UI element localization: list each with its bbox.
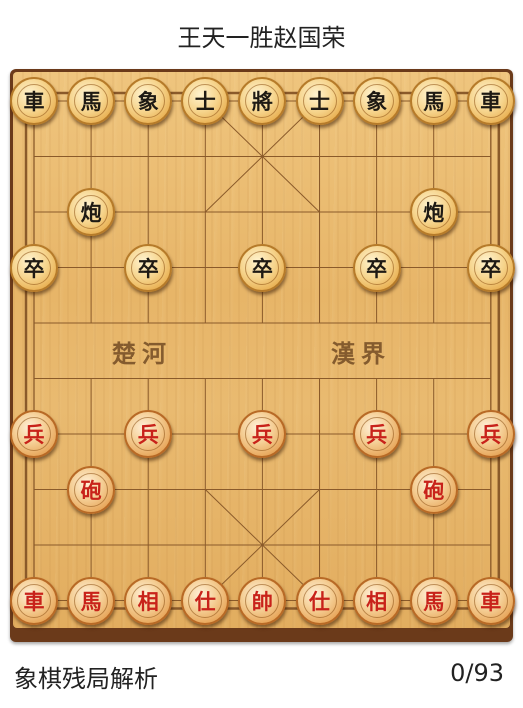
- piece-char: 相: [137, 589, 159, 614]
- piece-r-elephant-r[interactable]: 相: [352, 576, 401, 625]
- piece-r-horse-r[interactable]: 馬: [409, 576, 458, 625]
- piece-char: 仕: [194, 589, 216, 614]
- piece-char: 卒: [137, 256, 159, 281]
- piece-b-cannon-l[interactable]: 炮: [67, 188, 116, 236]
- piece-r-soldier-4[interactable]: 兵: [352, 410, 401, 458]
- piece-char: 兵: [137, 423, 159, 447]
- piece-b-horse-l[interactable]: 馬: [67, 77, 116, 125]
- piece-b-rook-l[interactable]: 車: [10, 77, 58, 125]
- piece-b-soldier-2[interactable]: 卒: [124, 243, 173, 292]
- piece-b-soldier-5[interactable]: 卒: [466, 243, 515, 292]
- piece-char: 象: [366, 90, 388, 114]
- piece-char: 卒: [480, 256, 502, 281]
- piece-b-soldier-1[interactable]: 卒: [10, 243, 58, 292]
- piece-r-soldier-5[interactable]: 兵: [466, 410, 515, 458]
- piece-char: 士: [309, 90, 330, 114]
- piece-char: 相: [366, 589, 388, 614]
- piece-char: 士: [194, 90, 216, 114]
- river-label-chu: 楚河: [112, 339, 172, 368]
- piece-b-cannon-r[interactable]: 炮: [409, 188, 458, 236]
- piece-char: 將: [251, 90, 273, 114]
- piece-char: 車: [480, 589, 502, 614]
- piece-b-soldier-3[interactable]: 卒: [238, 243, 287, 292]
- piece-r-advisor-r[interactable]: 仕: [295, 576, 344, 625]
- piece-char: 仕: [309, 589, 330, 614]
- piece-r-horse-l[interactable]: 馬: [67, 576, 116, 625]
- piece-r-cannon-l[interactable]: 砲: [67, 465, 116, 514]
- piece-b-elephant-r[interactable]: 象: [352, 77, 401, 125]
- piece-char: 馬: [423, 90, 445, 114]
- piece-char: 馬: [80, 90, 102, 114]
- piece-char: 兵: [480, 423, 502, 447]
- piece-b-advisor-r[interactable]: 士: [295, 77, 344, 125]
- piece-b-rook-r[interactable]: 車: [466, 77, 515, 125]
- piece-char: 砲: [423, 478, 445, 503]
- piece-b-soldier-4[interactable]: 卒: [352, 243, 401, 292]
- piece-char: 帥: [251, 589, 273, 614]
- piece-r-general[interactable]: 帥: [238, 576, 287, 625]
- piece-char: 炮: [423, 201, 445, 225]
- piece-r-soldier-1[interactable]: 兵: [10, 410, 58, 458]
- piece-r-advisor-l[interactable]: 仕: [181, 576, 230, 625]
- piece-char: 砲: [80, 478, 102, 503]
- piece-char: 車: [480, 90, 502, 114]
- piece-char: 兵: [23, 423, 45, 447]
- move-counter: 0/93: [450, 659, 504, 687]
- piece-char: 馬: [80, 589, 102, 614]
- piece-char: 兵: [251, 423, 273, 447]
- piece-r-elephant-l[interactable]: 相: [124, 576, 173, 625]
- piece-char: 象: [137, 90, 159, 114]
- piece-b-horse-r[interactable]: 馬: [409, 77, 458, 125]
- piece-b-advisor-l[interactable]: 士: [181, 77, 230, 125]
- piece-char: 卒: [366, 256, 388, 281]
- piece-char: 馬: [423, 589, 445, 614]
- piece-char: 卒: [23, 256, 45, 281]
- river-label-han: 漢界: [331, 339, 391, 368]
- piece-b-elephant-l[interactable]: 象: [124, 77, 173, 125]
- piece-char: 炮: [80, 201, 102, 225]
- piece-r-rook-r[interactable]: 車: [466, 576, 515, 625]
- piece-char: 兵: [366, 423, 388, 447]
- piece-r-cannon-r[interactable]: 砲: [409, 465, 458, 514]
- piece-char: 車: [23, 589, 45, 614]
- piece-r-soldier-2[interactable]: 兵: [124, 410, 173, 458]
- piece-char: 卒: [251, 256, 273, 281]
- piece-r-rook-l[interactable]: 車: [10, 576, 58, 625]
- piece-char: 車: [23, 90, 45, 114]
- footer-title: 象棋残局解析: [14, 665, 158, 693]
